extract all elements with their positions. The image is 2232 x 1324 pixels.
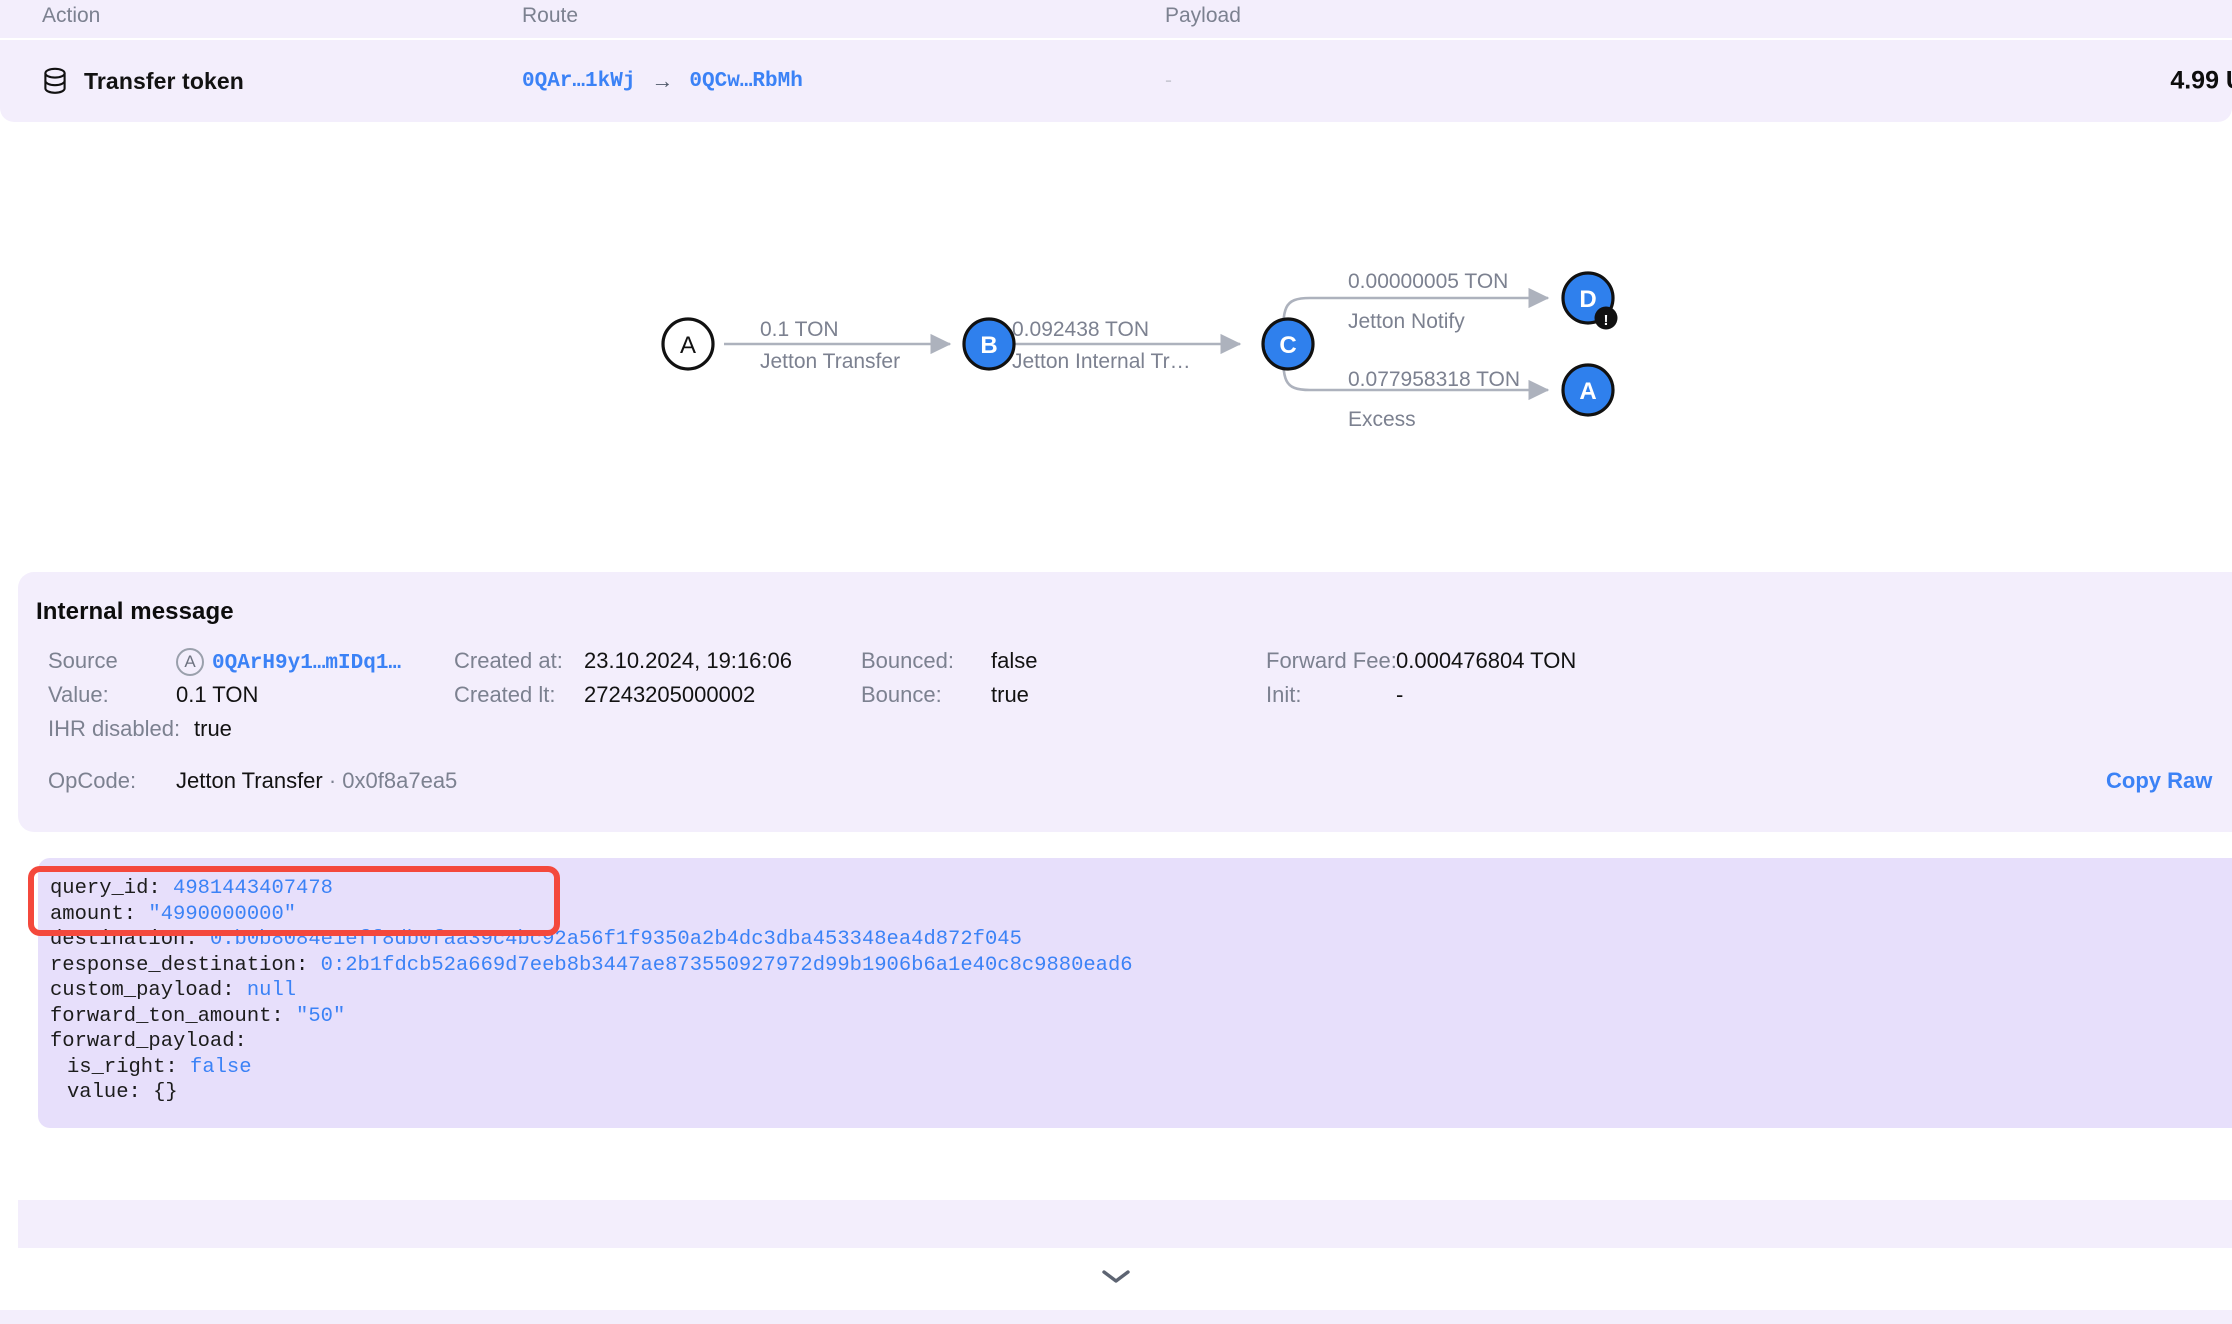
internal-message-fields: Source A 0QArH9y1…mIDq1… Value: 0.1 TON I… — [36, 648, 2232, 748]
edge-a-b-amount: 0.1 TON — [760, 318, 839, 341]
payload-line: query_id: 4981443407478 — [50, 876, 2232, 902]
payload-line: response_destination: 0:2b1fdcb52a669d7e… — [50, 953, 2232, 979]
payload-line: value: {} — [50, 1080, 2232, 1106]
transaction-flow-graph: 0.1 TON Jetton Transfer 0.092438 TON Jet… — [0, 148, 2232, 548]
payload-value: false — [190, 1055, 252, 1079]
edge-b-c-op: Jetton Internal Tr… — [1012, 350, 1191, 373]
next-section-strip — [0, 1310, 2232, 1324]
ihr-value: true — [194, 716, 232, 741]
payload-code-block[interactable]: query_id: 4981443407478 amount: "49900000… — [38, 858, 2232, 1128]
payload-line: forward_ton_amount: "50" — [50, 1004, 2232, 1030]
route-arrow-icon: → — [651, 68, 674, 93]
forward-fee-label: Forward Fee: — [1266, 648, 1397, 673]
svg-text:D: D — [1579, 286, 1596, 313]
action-label: Transfer token — [84, 67, 244, 94]
payload-line: destination: 0:b0b8084e1eff8db0faa39c4bc… — [50, 927, 2232, 953]
init-value: - — [1396, 682, 1404, 707]
table-row[interactable]: Transfer token 0QAr…1kWj → 0QCw…RbMh - 4… — [0, 40, 2232, 122]
payload-key: amount: — [50, 902, 149, 926]
opcode-label: OpCode: — [48, 768, 137, 793]
payload-value: 0:2b1fdcb52a669d7eeb8b3447ae873550927972… — [320, 953, 1133, 977]
copy-raw-button[interactable]: Copy Raw — [2106, 768, 2212, 794]
route-cell: 0QAr…1kWj → 0QCw…RbMh — [522, 68, 803, 94]
payload-line: amount: "4990000000" — [50, 902, 2232, 928]
payload-value: null — [246, 979, 297, 1002]
opcode-name: Jetton Transfer — [176, 768, 323, 793]
graph-node-a: A — [661, 317, 715, 371]
column-header-route: Route — [522, 4, 579, 27]
column-header-payload: Payload — [1165, 4, 1241, 27]
ihr-label: IHR disabled: — [48, 716, 181, 741]
chevron-down-icon[interactable] — [1099, 1266, 1133, 1291]
edge-a-b-op: Jetton Transfer — [760, 350, 900, 373]
expand-more-row[interactable] — [0, 1248, 2232, 1308]
internal-message-panel: Internal message Source A 0QArH9y1…mIDq1…… — [18, 572, 2232, 832]
graph-node-c: C — [1261, 317, 1315, 371]
graph-node-b: B — [962, 317, 1016, 371]
payload-value: 0:b0b8084e1eff8db0faa39c4bc92a56f1f9350a… — [209, 928, 1022, 951]
payload-key: destination: — [50, 928, 210, 951]
payload-line: custom_payload: null — [50, 978, 2232, 1004]
payload-key: value: {} — [67, 1081, 178, 1104]
payload-key: query_id: — [50, 877, 174, 900]
payload-key: forward_payload: — [50, 1030, 247, 1053]
transaction-detail-page: Action Route Payload Transfer token 0QAr… — [0, 0, 2232, 1324]
source-avatar: A — [176, 648, 204, 677]
opcode-hex: · 0x0f8a7ea5 — [322, 768, 458, 793]
route-to-address[interactable]: 0QCw…RbMh — [689, 70, 802, 93]
svg-text:B: B — [980, 332, 997, 359]
forward-fee-value: 0.000476804 TON — [1396, 648, 1577, 673]
opcode-value: Jetton Transfer · 0x0f8a7ea5 — [176, 768, 457, 794]
source-address[interactable]: 0QArH9y1…mIDq1… — [212, 652, 401, 675]
graph-node-d: D ! — [1561, 271, 1618, 330]
created-lt-value: 27243205000002 — [584, 682, 756, 707]
opcode-row: OpCode: Jetton Transfer · 0x0f8a7ea5 Cop… — [36, 768, 2232, 802]
svg-text:C: C — [1279, 332, 1296, 359]
column-header-action: Action — [42, 4, 101, 27]
created-at-value: 23.10.2024, 19:16:06 — [584, 648, 792, 673]
panel-bottom-fill — [18, 1200, 2232, 1248]
init-label: Init: — [1266, 682, 1302, 707]
table-header-row: Action Route Payload — [0, 0, 2232, 40]
bounce-value: true — [991, 682, 1029, 707]
bounce-label: Bounce: — [861, 682, 942, 707]
action-table: Action Route Payload Transfer token 0QAr… — [0, 0, 2232, 122]
edge-c-d-amount: 0.00000005 TON — [1348, 270, 1508, 293]
payload-line: forward_payload: — [50, 1029, 2232, 1055]
route-from-address[interactable]: 0QAr…1kWj — [522, 70, 635, 93]
bounced-value: false — [991, 648, 1038, 673]
payload-key: custom_payload: — [50, 979, 247, 1002]
database-icon — [42, 67, 68, 95]
svg-text:A: A — [1579, 378, 1596, 405]
created-at-label: Created at: — [454, 648, 563, 673]
payload-key: forward_ton_amount: — [50, 1004, 297, 1028]
payload-key: response_destination: — [50, 953, 321, 977]
payload-value: 4981443407478 — [173, 877, 333, 900]
panel-title: Internal message — [36, 598, 234, 625]
value-label: Value: — [48, 682, 109, 707]
payload-cell: - — [1165, 69, 1172, 92]
action-cell: Transfer token — [42, 67, 244, 95]
bounced-label: Bounced: — [861, 648, 954, 673]
edge-c-a-amount: 0.077958318 TON — [1348, 368, 1520, 391]
payload-value: "4990000000" — [148, 902, 297, 926]
created-lt-label: Created lt: — [454, 682, 556, 707]
amount-cell: 4.99 U — [2170, 66, 2232, 95]
payload-value: "50" — [296, 1004, 346, 1028]
edge-c-a-op: Excess — [1348, 408, 1416, 431]
value-value: 0.1 TON — [176, 682, 259, 707]
edge-c-d-op: Jetton Notify — [1348, 310, 1465, 333]
payload-key: is_right: — [67, 1055, 191, 1079]
warning-badge-icon: ! — [1594, 306, 1618, 330]
svg-text:!: ! — [1604, 312, 1609, 329]
payload-line: is_right: false — [50, 1055, 2232, 1081]
edge-b-c-amount: 0.092438 TON — [1012, 318, 1149, 341]
source-value-wrap: A 0QArH9y1…mIDq1… — [176, 648, 401, 677]
graph-node-a2: A — [1561, 363, 1615, 417]
svg-text:A: A — [680, 332, 696, 359]
source-label: Source — [48, 648, 118, 673]
